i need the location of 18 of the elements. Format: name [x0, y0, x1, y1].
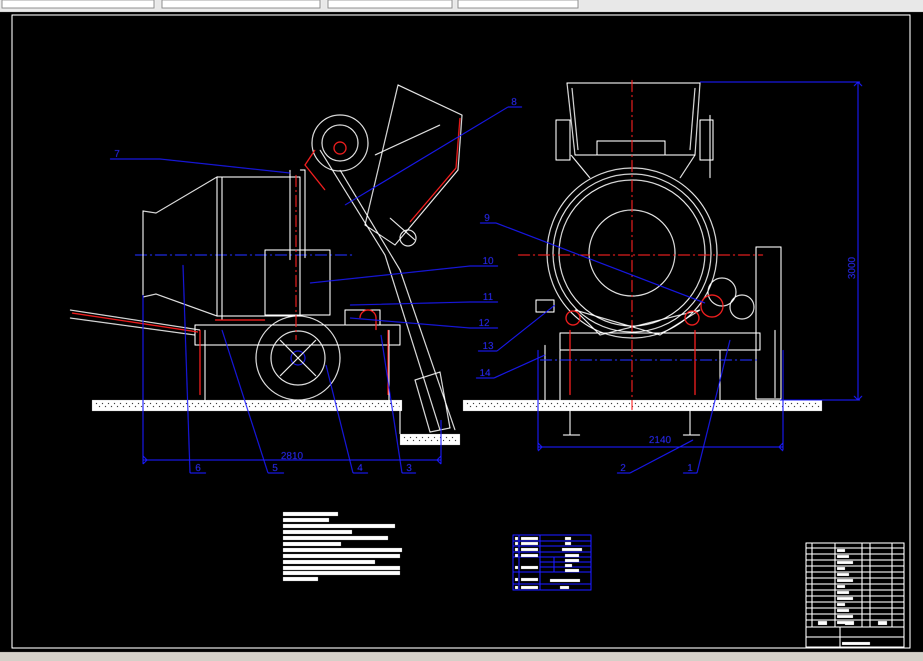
balloon-number: 14 — [479, 368, 491, 379]
dimension-text: 3000 — [847, 256, 858, 280]
balloon-number: 8 — [511, 97, 517, 108]
balloon-number: 3 — [406, 463, 412, 474]
balloon-number: 13 — [482, 341, 494, 352]
balloon-number: 1 — [687, 463, 693, 474]
balloon-number: 10 — [482, 256, 494, 267]
balloon-number: 2 — [620, 463, 626, 474]
balloon-number: 12 — [478, 318, 490, 329]
balloon-number: 6 — [195, 463, 201, 474]
dimension-text: 2140 — [648, 435, 672, 446]
balloon-number: 11 — [482, 292, 494, 303]
balloon-number: 4 — [357, 463, 363, 474]
balloon-number: 7 — [114, 149, 120, 160]
dimension-text: 2810 — [280, 451, 304, 462]
leader-line — [476, 354, 546, 378]
balloon-number: 9 — [484, 213, 490, 224]
balloon-number: 5 — [272, 463, 278, 474]
